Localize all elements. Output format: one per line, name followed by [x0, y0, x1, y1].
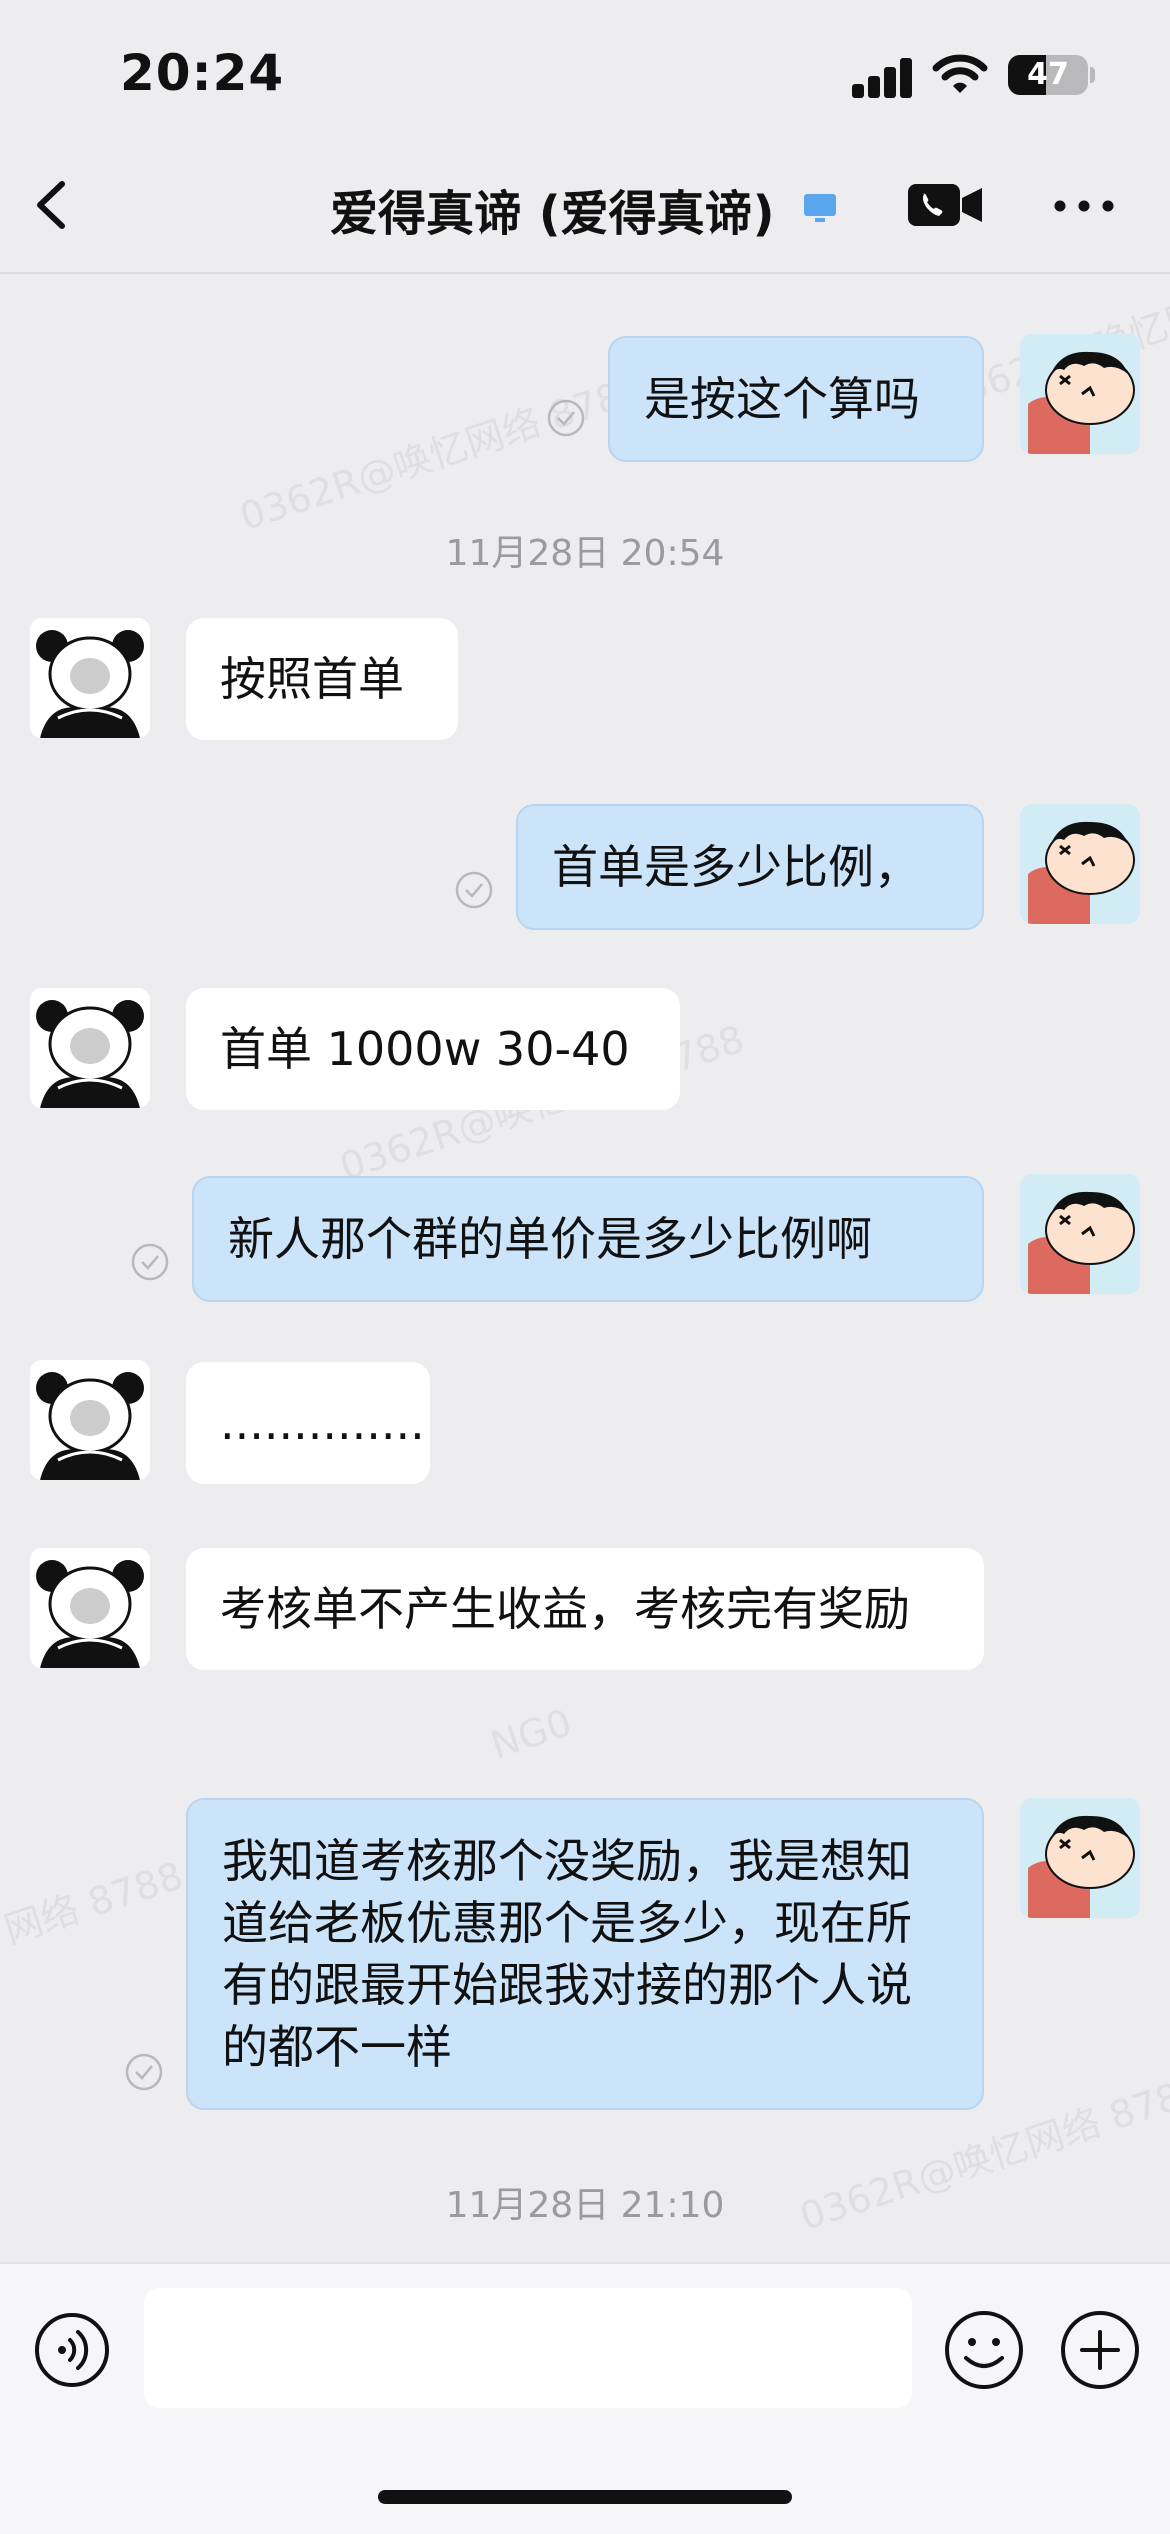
read-receipt-icon [125, 2053, 163, 2091]
voice-input-button[interactable] [32, 2310, 112, 2390]
battery-icon: 47 [1008, 55, 1088, 95]
home-indicator [378, 2490, 792, 2504]
timestamp: 11月28日 21:10 [445, 2185, 725, 2226]
message-bubble-incoming[interactable]: 首单 1000w 30-40 [186, 988, 680, 1110]
emoji-button[interactable] [942, 2308, 1026, 2392]
read-receipt-icon [131, 1243, 169, 1281]
desktop-online-icon [804, 194, 836, 222]
message-bubble-incoming[interactable]: 按照首单 [186, 618, 458, 740]
cartoon-boy-avatar-icon [1020, 804, 1140, 924]
status-bar: 20:24 47 [0, 0, 1170, 150]
more-options-icon[interactable] [1052, 188, 1116, 224]
cellular-signal-icon [852, 58, 914, 98]
chat-title[interactable]: 爱得真谛 (爱得真谛) [330, 174, 775, 244]
video-call-icon[interactable] [908, 180, 984, 230]
wifi-icon [932, 54, 988, 93]
panda-meme-avatar-icon [30, 988, 150, 1108]
my-avatar[interactable] [1020, 1174, 1140, 1294]
my-avatar[interactable] [1020, 334, 1140, 454]
battery-percent: 47 [1027, 57, 1069, 92]
timestamp: 11月28日 20:54 [445, 533, 725, 574]
message-bubble-outgoing[interactable]: 是按这个算吗 [608, 336, 984, 462]
read-receipt-icon [547, 399, 585, 437]
contact-avatar[interactable] [30, 1548, 150, 1668]
watermark: NG0 [485, 1700, 577, 1768]
watermark: 网络 8788 [0, 1853, 189, 1953]
message-bubble-outgoing[interactable]: 我知道考核那个没奖励，我是想知道给老板优惠那个是多少，现在所有的跟最开始跟我对接… [186, 1798, 984, 2110]
message-bubble-incoming[interactable]: .............. [186, 1362, 430, 1484]
message-bubble-outgoing[interactable]: 新人那个群的单价是多少比例啊 [192, 1176, 984, 1302]
panda-meme-avatar-icon [30, 618, 150, 738]
cartoon-boy-avatar-icon [1020, 1174, 1140, 1294]
contact-avatar[interactable] [30, 1360, 150, 1480]
panda-meme-avatar-icon [30, 1360, 150, 1480]
panda-meme-avatar-icon [30, 1548, 150, 1668]
contact-avatar[interactable] [30, 988, 150, 1108]
input-bar [0, 2262, 1170, 2534]
status-time: 20:24 [120, 44, 285, 102]
my-avatar[interactable] [1020, 804, 1140, 924]
message-bubble-incoming[interactable]: 考核单不产生收益，考核完有奖励 [186, 1548, 984, 1670]
watermark: 0362R@唤忆网络 8788 [234, 366, 650, 539]
chat-header: 爱得真谛 (爱得真谛) [0, 150, 1170, 274]
cartoon-boy-avatar-icon [1020, 334, 1140, 454]
my-avatar[interactable] [1020, 1798, 1140, 1918]
chat-area[interactable]: 0362R@唤忆网络 8788 0362R@唤忆网络 8788 0362R@唤忆… [0, 247, 1170, 2262]
read-receipt-icon [455, 871, 493, 909]
message-bubble-outgoing[interactable]: 首单是多少比例， [516, 804, 984, 930]
back-button[interactable] [18, 170, 88, 240]
contact-avatar[interactable] [30, 618, 150, 738]
message-input[interactable] [144, 2288, 912, 2408]
cartoon-boy-avatar-icon [1020, 1798, 1140, 1918]
more-actions-plus-button[interactable] [1058, 2308, 1142, 2392]
